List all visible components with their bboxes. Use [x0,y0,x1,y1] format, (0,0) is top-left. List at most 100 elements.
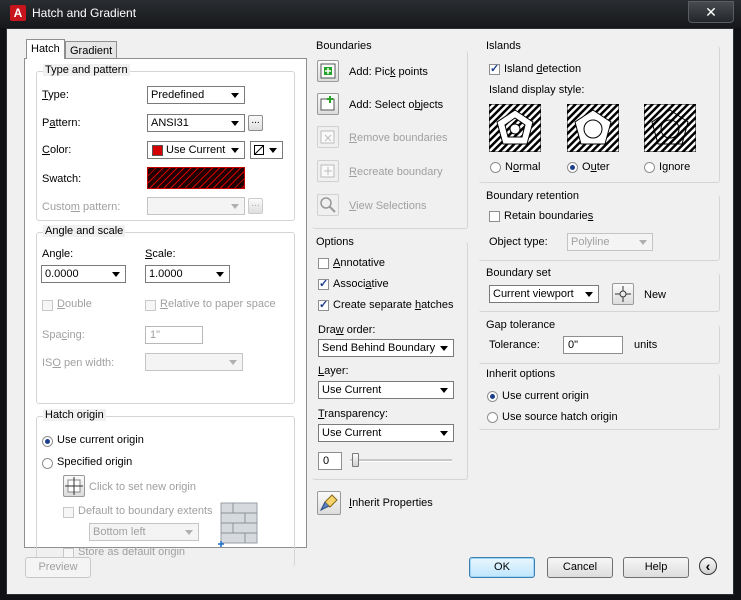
origin-position-dropdown[interactable]: Bottom left [89,523,199,541]
new-boundary-set-label: New [644,289,667,301]
type-pattern-title: Type and pattern [43,64,130,76]
transparency-slider-track[interactable] [350,459,452,462]
island-style-label: Island display style: [489,84,585,96]
recreate-boundary-button[interactable] [317,160,339,182]
layer-dropdown[interactable]: Use Current [318,381,454,399]
custom-pattern-dropdown[interactable] [147,197,245,215]
ignore-style-label: Ignore [659,161,691,173]
remove-boundaries-icon [320,130,335,144]
spacing-value: 1" [150,329,161,341]
color-swatch-icon [152,145,163,156]
normal-style-icon [489,104,541,152]
angle-dropdown[interactable]: 0.0000 [41,265,126,283]
new-boundary-set-button[interactable] [612,283,634,305]
scale-label: Scale: [145,248,176,260]
tolerance-field[interactable]: 0" [563,336,623,354]
double-label: Double [57,298,92,310]
add-pick-points-button[interactable] [317,60,339,82]
custom-pattern-label: Custom pattern: [42,201,121,213]
ok-button[interactable]: OK [469,557,535,578]
ignore-style-radio[interactable] [644,162,655,173]
default-boundary-extents-label: Default to boundary extents [78,505,213,517]
tab-hatch[interactable]: Hatch [26,39,65,59]
boundary-set-value: Current viewport [493,288,574,300]
type-value: Predefined [151,89,205,101]
origin-preview-icon [218,502,258,547]
add-select-objects-label: Add: Select objects [349,99,444,111]
custom-pattern-browse-button[interactable]: ... [248,198,263,214]
transparency-slider-thumb[interactable] [352,453,359,467]
chevron-down-icon [585,292,593,297]
outer-style-radio[interactable] [567,162,578,173]
remove-boundaries-button[interactable] [317,126,339,148]
add-select-objects-button[interactable] [317,93,339,115]
default-boundary-extents-checkbox[interactable] [63,507,74,518]
remove-boundaries-label: Remove boundaries [349,132,448,144]
inherit-source-origin-label: Use source hatch origin [502,411,618,423]
normal-style-radio[interactable] [490,162,501,173]
help-button[interactable]: Help [623,557,689,578]
island-detection-checkbox[interactable] [489,62,500,75]
draw-order-dropdown[interactable]: Send Behind Boundary [318,339,454,357]
preview-button[interactable]: Preview [25,557,91,578]
chevron-down-icon [231,148,239,153]
type-dropdown[interactable]: Predefined [147,86,245,104]
transparency-dropdown[interactable]: Use Current [318,424,454,442]
cancel-button[interactable]: Cancel [547,557,613,578]
background-color-dropdown[interactable] [250,141,283,159]
separate-hatches-label: Create separate hatches [333,299,454,311]
associative-checkbox[interactable] [318,277,329,290]
chevron-down-icon [231,93,239,98]
draw-order-label: Draw order: [318,324,376,336]
view-selections-button[interactable] [317,194,339,216]
layer-label: Layer: [318,365,349,377]
inherit-source-origin-radio[interactable] [487,412,498,423]
close-button[interactable]: ✕ [688,1,734,23]
boundary-set-dropdown[interactable]: Current viewport [489,285,599,303]
pattern-dropdown[interactable]: ANSI31 [147,114,245,132]
type-label: Type: [42,89,69,101]
window-title: Hatch and Gradient [32,6,137,20]
double-checkbox[interactable] [42,300,53,311]
type-pattern-group: Type and pattern Type: Predefined Patter… [36,64,295,221]
collapse-arrow-icon[interactable]: ‹ [699,557,717,575]
pattern-browse-button[interactable]: ... [248,115,263,131]
transparency-value-field[interactable]: 0 [318,452,342,470]
inherit-properties-button[interactable] [317,491,341,515]
hatch-tab-page: Type and pattern Type: Predefined Patter… [24,58,307,567]
angle-scale-title: Angle and scale [43,225,126,237]
annotative-checkbox[interactable] [318,258,329,269]
iso-pen-width-dropdown[interactable] [145,353,243,371]
layer-value: Use Current [322,384,382,396]
transparency-label: Transparency: [318,408,388,420]
normal-style-label: Normal [505,161,541,173]
use-current-origin-radio[interactable] [42,436,53,447]
draw-order-value: Send Behind Boundary [322,342,436,354]
annotative-label: Annotative [333,257,385,269]
color-label: Color: [42,144,72,156]
add-pick-points-label: Add: Pick points [349,66,428,78]
color-value: Use Current [166,144,226,156]
inherit-properties-label: Inherit Properties [349,497,433,509]
separate-hatches-checkbox[interactable] [318,298,329,311]
scale-dropdown[interactable]: 1.0000 [145,265,230,283]
object-type-label: Object type: [489,236,548,248]
associative-label: Associative [333,278,389,290]
outer-style-icon [567,104,619,152]
spacing-field[interactable]: 1" [145,326,203,344]
chevron-down-icon [440,388,448,393]
inherit-use-current-origin-radio[interactable] [487,391,498,402]
relative-paper-space-checkbox[interactable] [145,300,156,311]
click-set-origin-button[interactable] [63,475,85,497]
object-type-dropdown[interactable]: Polyline [567,233,653,251]
ignore-style-icon [644,104,696,152]
retain-boundaries-checkbox[interactable] [489,211,500,222]
color-dropdown[interactable]: Use Current [147,141,245,159]
hatch-swatch-preview[interactable] [147,167,245,189]
scale-value: 1.0000 [149,268,183,280]
paintbrush-icon [319,494,338,512]
crosshair-icon [615,286,631,302]
autocad-logo-icon: A [10,5,26,21]
specified-origin-radio[interactable] [42,458,53,469]
chevron-down-icon [216,272,224,277]
